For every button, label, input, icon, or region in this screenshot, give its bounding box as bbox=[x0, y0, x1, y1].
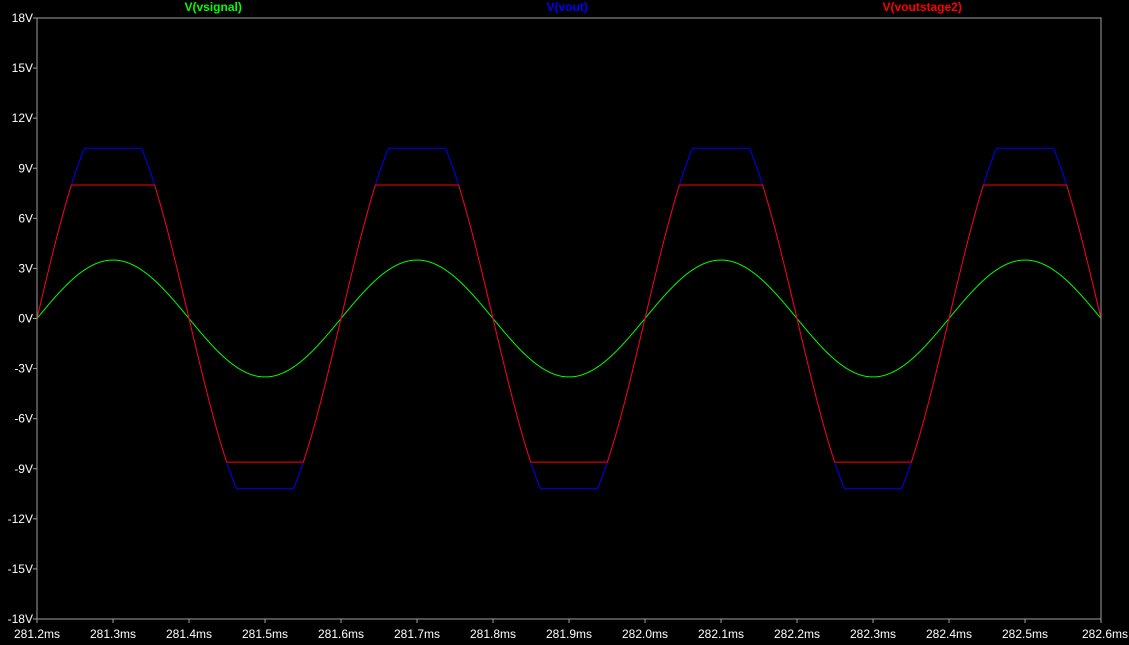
y-tick-label: 6V bbox=[18, 211, 33, 225]
y-tick-label: 9V bbox=[18, 161, 33, 175]
x-tick-label: 281.2ms bbox=[14, 627, 60, 641]
x-tick-label: 281.9ms bbox=[546, 627, 592, 641]
y-tick-label: -15V bbox=[8, 562, 33, 576]
x-tick-label: 281.6ms bbox=[318, 627, 364, 641]
y-tick-label: 3V bbox=[18, 261, 33, 275]
series-line-v-vout bbox=[36, 147, 1102, 490]
y-tick-label: -9V bbox=[14, 462, 33, 476]
y-tick-label: -18V bbox=[8, 612, 33, 626]
y-tick-label: 12V bbox=[12, 111, 33, 125]
series-layer bbox=[36, 147, 1102, 490]
x-tick-label: 282.0ms bbox=[622, 627, 668, 641]
x-tick-label: 281.4ms bbox=[166, 627, 212, 641]
y-tick-label: -12V bbox=[8, 512, 33, 526]
y-tick-label: -6V bbox=[14, 412, 33, 426]
x-tick-label: 281.7ms bbox=[394, 627, 440, 641]
x-tick-label: 281.8ms bbox=[470, 627, 516, 641]
x-tick-label: 282.6ms bbox=[1082, 627, 1128, 641]
series-line-v-vsignal bbox=[36, 259, 1102, 378]
plot-frame bbox=[36, 17, 1102, 620]
x-tick-label: 281.3ms bbox=[90, 627, 136, 641]
series-line-v-voutstage2 bbox=[36, 184, 1102, 463]
y-tick-label: -3V bbox=[14, 362, 33, 376]
y-tick-label: 0V bbox=[18, 312, 33, 326]
y-tick-label: 18V bbox=[12, 11, 33, 25]
x-tick-label: 282.2ms bbox=[774, 627, 820, 641]
y-tick-label: 15V bbox=[12, 61, 33, 75]
plot-area[interactable]: 18V15V12V9V6V3V0V-3V-6V-9V-12V-15V-18V28… bbox=[0, 0, 1129, 645]
x-tick-label: 281.5ms bbox=[242, 627, 288, 641]
x-tick-label: 282.4ms bbox=[926, 627, 972, 641]
x-tick-label: 282.5ms bbox=[1002, 627, 1048, 641]
x-tick-label: 282.3ms bbox=[850, 627, 896, 641]
axis-ticks: 18V15V12V9V6V3V0V-3V-6V-9V-12V-15V-18V28… bbox=[8, 11, 1128, 641]
x-tick-label: 282.1ms bbox=[698, 627, 744, 641]
